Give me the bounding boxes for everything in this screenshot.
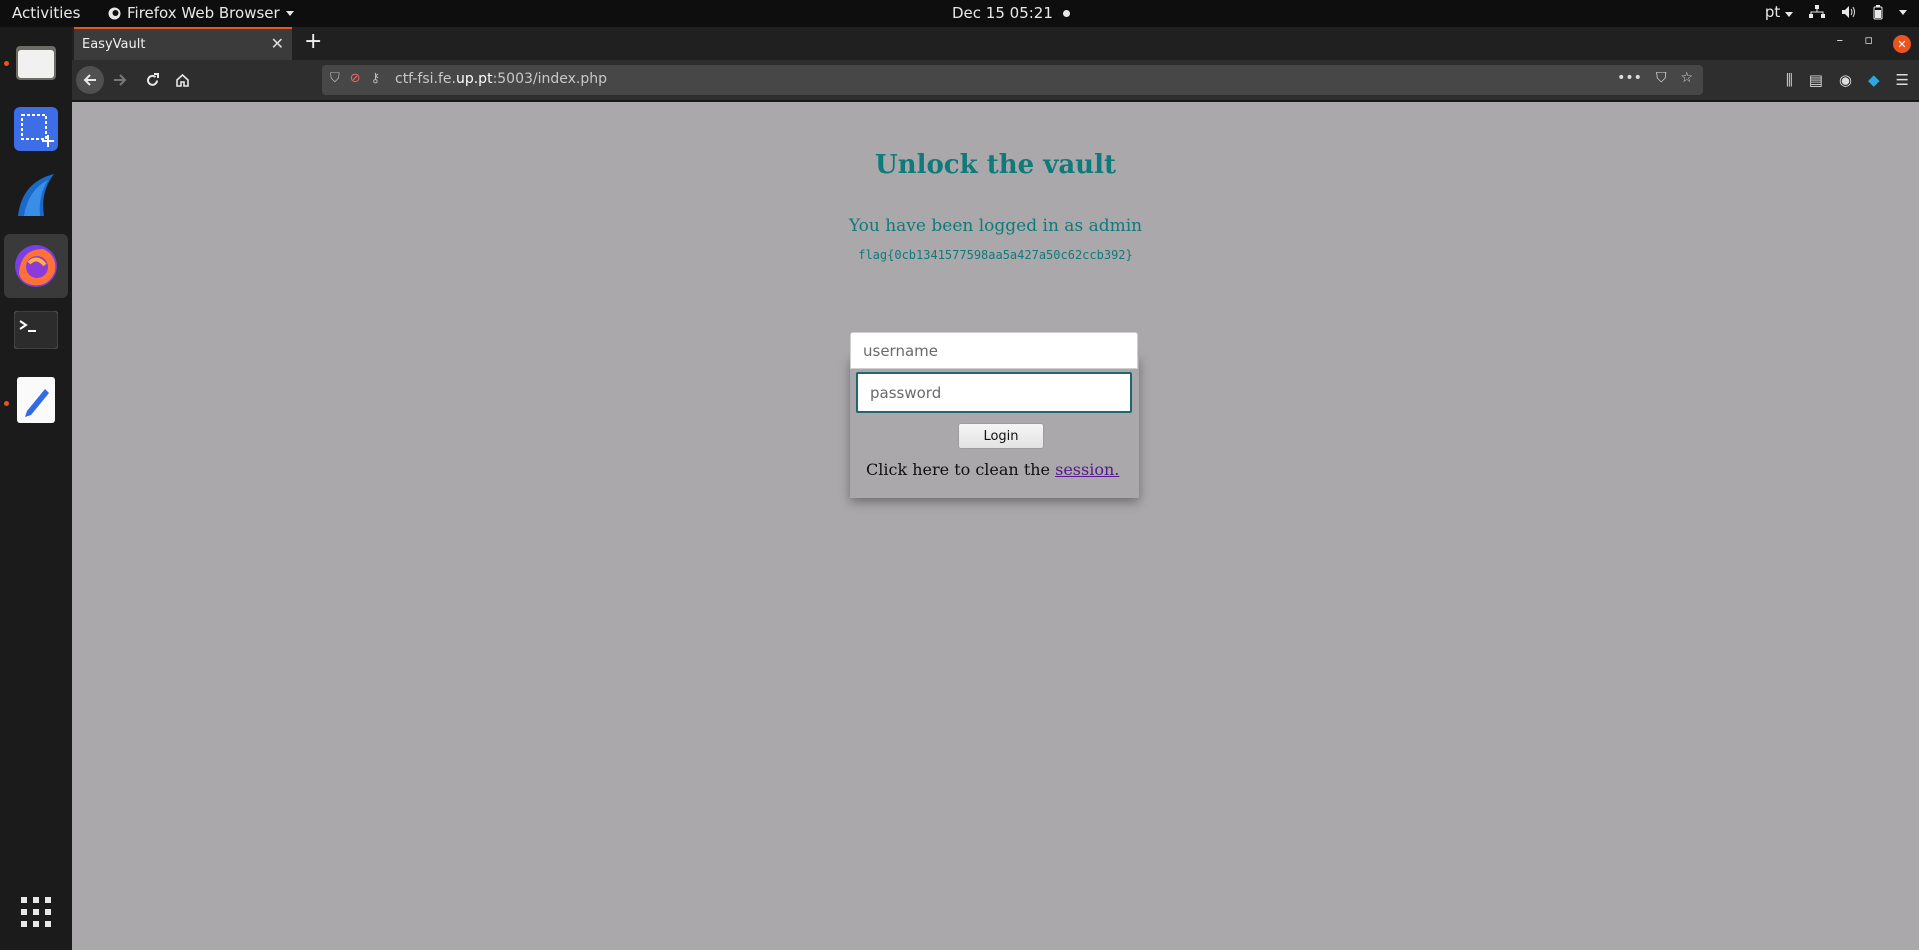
reload-icon xyxy=(146,72,159,86)
chevron-down-icon xyxy=(285,10,294,16)
maximize-icon[interactable]: ▫ xyxy=(1864,33,1873,48)
clock-text: Dec 15 05:21 xyxy=(952,4,1053,22)
hamburger-menu-icon[interactable]: ☰ xyxy=(1896,71,1909,89)
text-editor-icon[interactable] xyxy=(4,368,68,432)
arrow-left-icon xyxy=(83,74,96,86)
keyboard-layout[interactable]: pt xyxy=(1765,3,1793,21)
chevron-down-icon xyxy=(1785,12,1793,17)
url-identity[interactable]: ⛉ ⊘ ⚷ xyxy=(330,71,380,86)
files-icon[interactable] xyxy=(4,30,68,94)
url-text[interactable]: ctf-fsi.fe.up.pt:5003/index.php xyxy=(395,71,607,87)
wireshark-icon[interactable] xyxy=(4,164,68,228)
home-icon xyxy=(175,73,189,87)
login-button[interactable]: Login xyxy=(958,423,1044,449)
page-actions-icon[interactable]: ••• xyxy=(1617,70,1642,86)
navigation-toolbar: ⛉ ⊘ ⚷ ctf-fsi.fe.up.pt:5003/index.php ••… xyxy=(72,60,1919,101)
app-menu[interactable]: Firefox Web Browser xyxy=(108,4,294,22)
clock[interactable]: Dec 15 05:21 xyxy=(952,4,1070,22)
insecure-lock-icon[interactable]: ⊘ xyxy=(350,71,361,86)
firefox-icon[interactable] xyxy=(4,234,68,298)
new-tab-button[interactable]: + xyxy=(304,29,322,54)
forward-button[interactable] xyxy=(106,66,134,94)
url-bar[interactable]: ⛉ ⊘ ⚷ ctf-fsi.fe.up.pt:5003/index.php ••… xyxy=(322,65,1703,95)
flag-text: flag{0cb1341577598aa5a427a50c62ccb392} xyxy=(858,248,1133,262)
tab-easyvault[interactable]: EasyVault ✕ xyxy=(74,27,292,60)
clean-session-line: Click here to clean the session. xyxy=(866,460,1119,479)
screenshot-icon[interactable] xyxy=(4,97,68,161)
sidebar-icon[interactable]: ▤ xyxy=(1809,71,1823,89)
terminal-icon[interactable] xyxy=(4,298,68,362)
back-button[interactable] xyxy=(76,66,104,94)
toolbar-right: ⫼ ▤ ◉ ◆ ☰ xyxy=(1786,71,1909,89)
username-input[interactable]: username xyxy=(850,332,1138,369)
minimize-icon[interactable]: – xyxy=(1837,33,1844,48)
home-button[interactable] xyxy=(168,66,196,94)
tab-title: EasyVault xyxy=(82,37,146,52)
system-top-bar: Activities Firefox Web Browser Dec 15 05… xyxy=(0,0,1919,27)
clean-session-text: Click here to clean the xyxy=(866,460,1056,479)
page-title: Unlock the vault xyxy=(875,150,1116,180)
battery-icon xyxy=(1873,4,1883,19)
app-grid-icon[interactable] xyxy=(4,880,68,944)
system-menu-chevron-icon xyxy=(1899,9,1907,15)
dock xyxy=(0,27,72,950)
tracking-protection-icon[interactable]: ⛉ xyxy=(330,71,340,86)
arrow-right-icon xyxy=(114,74,127,86)
pocket-icon[interactable]: ⛉ xyxy=(1656,70,1667,86)
account-icon[interactable]: ◉ xyxy=(1839,71,1852,89)
password-input[interactable]: password xyxy=(856,372,1132,413)
web-page: Unlock the vault You have been logged in… xyxy=(72,102,1919,950)
firefox-small-icon xyxy=(108,7,121,19)
url-suffix: :5003/index.php xyxy=(492,71,608,87)
login-status-message: You have been logged in as admin xyxy=(848,216,1143,236)
window-close-button[interactable]: ✕ xyxy=(1893,35,1911,53)
volume-icon xyxy=(1842,6,1855,18)
close-icon[interactable]: ✕ xyxy=(271,34,284,53)
clean-session-link[interactable]: session. xyxy=(1055,460,1119,479)
url-prefix: ctf-fsi.fe. xyxy=(395,71,456,87)
reload-button[interactable] xyxy=(138,66,166,94)
network-icon xyxy=(1809,5,1825,18)
firefox-window: EasyVault ✕ + – ▫ ✕ ⛉ ⊘ ⚷ ctf-fsi.fe.up.… xyxy=(72,27,1919,950)
system-tray[interactable]: pt xyxy=(1765,3,1907,21)
notification-dot-icon xyxy=(1062,9,1070,17)
extension-icon[interactable]: ◆ xyxy=(1868,71,1880,89)
app-menu-label: Firefox Web Browser xyxy=(127,4,280,22)
tab-strip: EasyVault ✕ + – ▫ ✕ xyxy=(72,27,1919,60)
url-actions: ••• ⛉ ☆ xyxy=(1617,70,1693,86)
login-form: username password Login Click here to cl… xyxy=(850,332,1139,498)
library-icon[interactable]: ⫼ xyxy=(1786,71,1793,89)
keyboard-layout-label: pt xyxy=(1764,3,1781,21)
bookmark-star-icon[interactable]: ☆ xyxy=(1680,70,1693,86)
key-icon[interactable]: ⚷ xyxy=(371,71,381,86)
url-host: up.pt xyxy=(455,71,493,87)
activities-button[interactable]: Activities xyxy=(12,4,80,22)
